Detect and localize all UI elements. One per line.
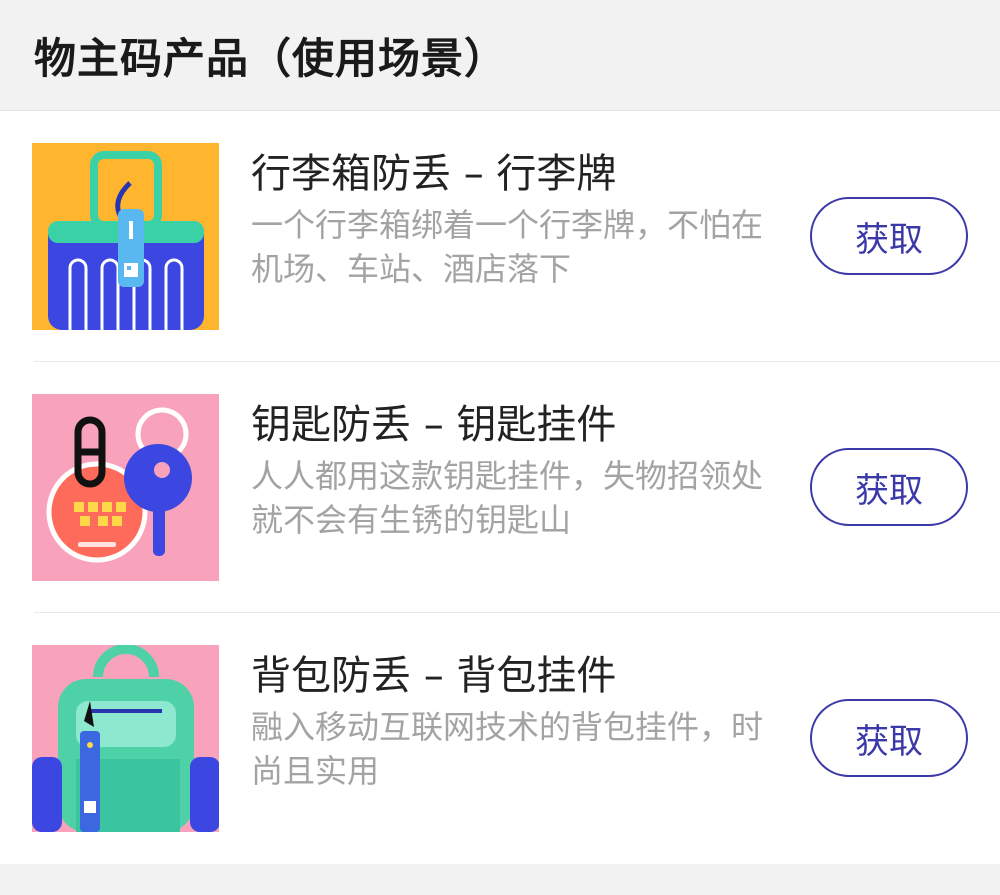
product-title: 背包防丢 – 背包挂件 — [251, 653, 617, 699]
get-button[interactable]: 获取 — [810, 699, 968, 777]
product-description: 一个行李箱绑着一个行李牌，不怕在机场、车站、酒店落下 — [251, 206, 764, 288]
list-item-backpack-charm[interactable]: 背包防丢 – 背包挂件 融入移动互联网技术的背包挂件，时尚且实用 获取 — [0, 613, 1000, 863]
get-button[interactable]: 获取 — [810, 448, 968, 526]
keys-icon — [32, 394, 219, 581]
product-description: 融入移动互联网技术的背包挂件，时尚且实用 — [251, 708, 764, 790]
product-title: 钥匙防丢 – 钥匙挂件 — [251, 402, 617, 448]
luggage-icon — [32, 143, 219, 330]
page-header: 物主码产品（使用场景） — [0, 0, 1000, 111]
page-title: 物主码产品（使用场景） — [34, 33, 508, 83]
product-title: 行李箱防丢 – 行李牌 — [251, 151, 617, 197]
get-button[interactable]: 获取 — [810, 197, 968, 275]
product-description: 人人都用这款钥匙挂件，失物招领处就不会有生锈的钥匙山 — [251, 457, 764, 539]
product-list: 行李箱防丢 – 行李牌 一个行李箱绑着一个行李牌，不怕在机场、车站、酒店落下 获… — [0, 111, 1000, 864]
backpack-icon — [32, 645, 219, 832]
list-item-key-charm[interactable]: 钥匙防丢 – 钥匙挂件 人人都用这款钥匙挂件，失物招领处就不会有生锈的钥匙山 获… — [0, 362, 1000, 612]
list-item-luggage-tag[interactable]: 行李箱防丢 – 行李牌 一个行李箱绑着一个行李牌，不怕在机场、车站、酒店落下 获… — [0, 111, 1000, 361]
